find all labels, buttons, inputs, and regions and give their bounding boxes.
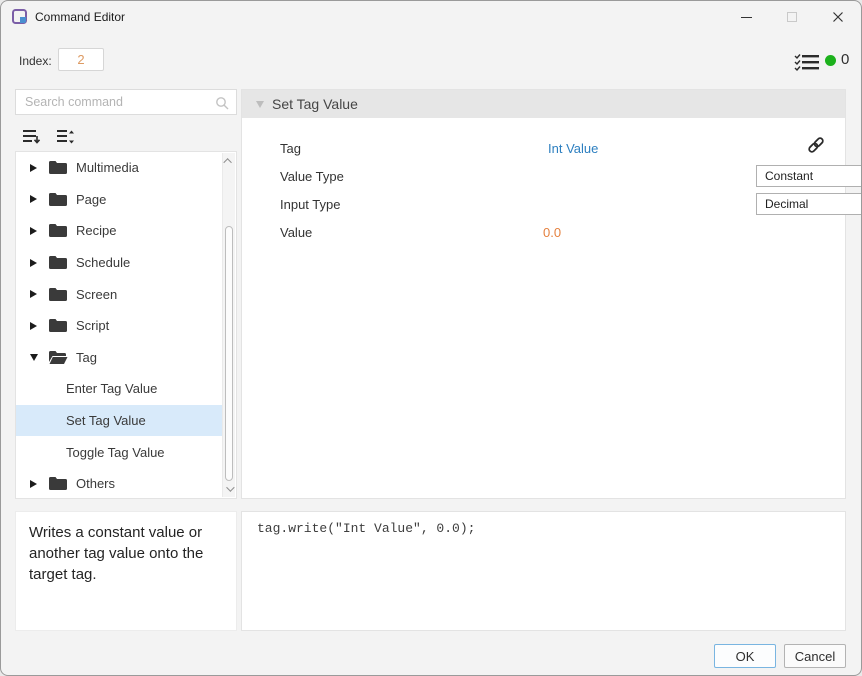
value-type-selected: Constant <box>765 169 814 183</box>
tree-item-schedule[interactable]: Schedule <box>16 247 223 279</box>
tree-scrollbar[interactable] <box>222 153 235 497</box>
settings-form: Tag Int Value Value Type Constant Input … <box>242 118 861 246</box>
folder-icon <box>48 476 68 491</box>
command-list-icon[interactable] <box>794 52 820 72</box>
chevron-right-icon[interactable] <box>30 479 40 488</box>
input-type-select[interactable]: Decimal <box>756 193 861 215</box>
titlebar: Command Editor <box>1 1 861 33</box>
field-row-value-type: Value Type Constant <box>242 162 861 190</box>
field-row-tag: Tag Int Value <box>242 134 845 162</box>
tag-value-link[interactable]: Int Value <box>548 141 598 156</box>
close-button[interactable] <box>815 1 861 33</box>
value-label: Value <box>280 224 313 240</box>
field-row-value: Value 0.0 <box>242 218 845 246</box>
settings-header[interactable]: Set Tag Value <box>242 90 845 118</box>
field-row-input-type: Input Type Decimal <box>242 190 861 218</box>
close-icon <box>833 12 843 22</box>
chevron-right-icon[interactable] <box>30 290 40 299</box>
tree-item-label: Schedule <box>76 255 131 271</box>
search-box <box>15 89 237 115</box>
chevron-right-icon[interactable] <box>30 195 40 204</box>
scroll-up-icon[interactable] <box>223 155 235 167</box>
value-type-select[interactable]: Constant <box>756 165 861 187</box>
app-logo-icon <box>12 9 27 24</box>
index-label: Index: <box>19 54 52 68</box>
open-folder-icon <box>48 350 68 365</box>
tree-item-others[interactable]: Others <box>16 468 223 498</box>
folder-icon <box>48 287 68 302</box>
value-type-label: Value Type <box>280 168 344 184</box>
tree-item-label: Toggle Tag Value <box>66 444 165 460</box>
tree-item-label: Multimedia <box>76 160 139 176</box>
ok-button[interactable]: OK <box>714 644 776 668</box>
tree-item-label: Page <box>76 191 107 207</box>
tree-item-tag[interactable]: Tag <box>16 342 223 374</box>
minimize-button[interactable] <box>723 1 769 33</box>
chevron-right-icon[interactable] <box>30 163 40 172</box>
index-input[interactable] <box>58 48 104 71</box>
maximize-icon <box>787 12 797 22</box>
chevron-right-icon[interactable] <box>30 321 40 330</box>
collapse-triangle-icon <box>256 101 264 108</box>
chevron-down-icon[interactable] <box>30 353 40 361</box>
tree-item-label: Screen <box>76 286 118 302</box>
tree-toolbar <box>21 127 77 147</box>
tree-item-multimedia[interactable]: Multimedia <box>16 152 223 184</box>
status-dot-icon <box>825 55 836 66</box>
scroll-down-icon[interactable] <box>223 483 235 495</box>
tree-item-label: Recipe <box>76 223 117 239</box>
command-description: Writes a constant value or another tag v… <box>15 511 237 631</box>
error-count: 0 <box>841 51 850 68</box>
folder-icon <box>48 192 68 207</box>
collapse-all-icon <box>23 130 41 144</box>
input-type-selected: Decimal <box>765 197 809 211</box>
folder-icon <box>48 160 68 175</box>
folder-icon <box>48 318 68 333</box>
chevron-right-icon[interactable] <box>30 226 40 235</box>
minimize-icon <box>740 16 752 18</box>
search-icon <box>216 97 229 110</box>
collapse-all-button[interactable] <box>21 127 43 147</box>
tree-item-set-tag-value[interactable]: Set Tag Value <box>16 404 223 437</box>
tree-item-label: Set Tag Value <box>66 413 146 429</box>
tree-item-recipe[interactable]: Recipe <box>16 215 223 247</box>
code-preview[interactable]: tag.write("Int Value", 0.0); <box>241 511 846 631</box>
tree-item-page[interactable]: Page <box>16 184 223 216</box>
search-input[interactable] <box>16 90 236 114</box>
window-title: Command Editor <box>35 10 126 24</box>
tree-item-label: Script <box>76 318 110 334</box>
folder-icon <box>48 223 68 238</box>
scrollbar-thumb[interactable] <box>225 226 233 481</box>
tag-link-icon[interactable] <box>806 135 826 155</box>
tree-item-label: Others <box>76 476 116 492</box>
tree-item-screen[interactable]: Screen <box>16 278 223 310</box>
expand-all-button[interactable] <box>55 127 77 147</box>
expand-all-icon <box>57 130 74 144</box>
folder-icon <box>48 255 68 270</box>
settings-header-title: Set Tag Value <box>272 96 358 112</box>
cancel-button[interactable]: Cancel <box>784 644 846 668</box>
command-editor-window: Command Editor Index: 0 <box>0 0 862 676</box>
tag-label: Tag <box>280 140 301 156</box>
command-tree: Multimedia Page Recipe Schedule Screen S… <box>15 151 237 499</box>
tree-item-toggle-tag-value[interactable]: Toggle Tag Value <box>16 436 223 468</box>
tree-item-script[interactable]: Script <box>16 310 223 342</box>
input-type-label: Input Type <box>280 196 341 212</box>
command-settings-panel: Set Tag Value Tag Int Value Value Type C… <box>241 89 861 499</box>
maximize-button[interactable] <box>769 1 815 33</box>
value-field[interactable]: 0.0 <box>543 225 561 240</box>
tree-item-label: Enter Tag Value <box>66 381 158 397</box>
tree-item-label: Tag <box>76 349 97 365</box>
chevron-right-icon[interactable] <box>30 258 40 267</box>
tree-item-enter-tag-value[interactable]: Enter Tag Value <box>16 373 223 405</box>
